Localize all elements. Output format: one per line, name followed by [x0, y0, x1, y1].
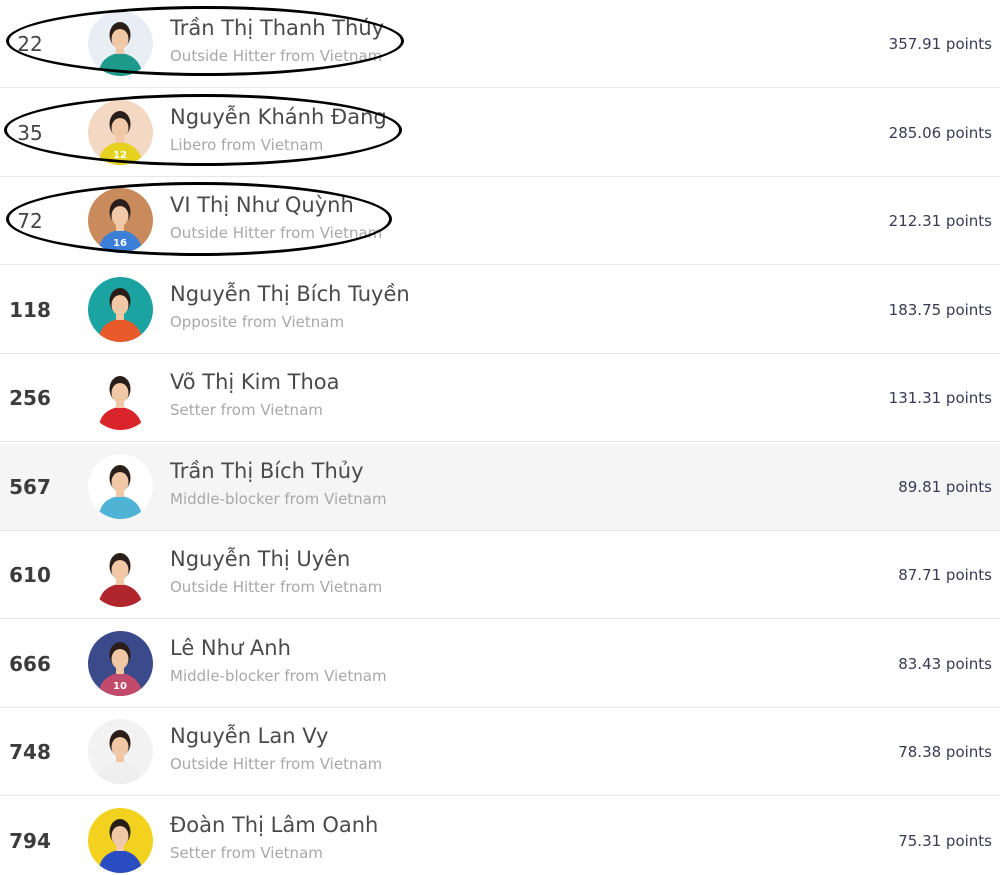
player-row[interactable]: 72 16 VI Thị Như Quỳnh Outside Hitter fro…: [0, 178, 1000, 265]
svg-text:16: 16: [113, 238, 127, 249]
player-position: Outside Hitter from Vietnam: [170, 578, 383, 596]
player-avatar[interactable]: [88, 719, 153, 784]
player-avatar[interactable]: [88, 542, 153, 607]
player-name[interactable]: Lê Như Anh: [170, 636, 291, 660]
player-position: Outside Hitter from Vietnam: [170, 47, 383, 65]
player-ranking-list: 22 Trần Thị Thanh Thúy Outside Hitter fro…: [0, 0, 1000, 875]
player-avatar[interactable]: [88, 277, 153, 342]
player-avatar[interactable]: [88, 365, 153, 430]
player-position: Setter from Vietnam: [170, 401, 323, 419]
player-avatar[interactable]: [88, 11, 153, 76]
player-points: 131.31 points: [888, 389, 992, 407]
player-position: Outside Hitter from Vietnam: [170, 224, 383, 242]
svg-text:12: 12: [113, 150, 127, 161]
rank-number: 72: [17, 209, 43, 233]
player-row[interactable]: 118 Nguyễn Thị Bích Tuyền Opposite from V…: [0, 267, 1000, 354]
player-row[interactable]: 748 Nguyễn Lan Vy Outside Hitter from Vie…: [0, 709, 1000, 796]
rank-number: 748: [9, 740, 51, 764]
rank-number: 567: [9, 475, 51, 499]
player-name[interactable]: Võ Thị Kim Thoa: [170, 370, 340, 394]
player-points: 285.06 points: [888, 124, 992, 142]
player-position: Middle-blocker from Vietnam: [170, 667, 387, 685]
player-row[interactable]: 794 Đoàn Thị Lâm Oanh Setter from Vietnam…: [0, 798, 1000, 875]
player-row[interactable]: 256 Võ Thị Kim Thoa Setter from Vietnam 13…: [0, 355, 1000, 442]
rank-number: 610: [9, 563, 51, 587]
player-points: 357.91 points: [888, 35, 992, 53]
player-name[interactable]: Trần Thị Thanh Thúy: [170, 16, 384, 40]
player-name[interactable]: Nguyễn Khánh Đang: [170, 105, 387, 129]
rank-number: 118: [9, 298, 51, 322]
rank-number: 35: [17, 121, 43, 145]
player-points: 212.31 points: [888, 212, 992, 230]
player-position: Libero from Vietnam: [170, 136, 324, 154]
player-row[interactable]: 22 Trần Thị Thanh Thúy Outside Hitter fro…: [0, 1, 1000, 88]
player-position: Outside Hitter from Vietnam: [170, 755, 383, 773]
player-name[interactable]: Trần Thị Bích Thủy: [170, 459, 364, 483]
player-name[interactable]: VI Thị Như Quỳnh: [170, 193, 354, 217]
player-name[interactable]: Nguyễn Thị Bích Tuyền: [170, 282, 410, 306]
rank-number: 256: [9, 386, 51, 410]
player-name[interactable]: Nguyễn Thị Uyên: [170, 547, 350, 571]
player-avatar[interactable]: 16: [88, 188, 153, 253]
player-points: 87.71 points: [898, 566, 992, 584]
svg-text:10: 10: [113, 681, 127, 692]
player-avatar[interactable]: 10: [88, 631, 153, 696]
player-row[interactable]: 35 12 Nguyễn Khánh Đang Libero from Vietn…: [0, 90, 1000, 177]
player-points: 78.38 points: [898, 743, 992, 761]
player-row[interactable]: 567 Trần Thị Bích Thủy Middle-blocker fro…: [0, 444, 1000, 531]
player-points: 183.75 points: [888, 301, 992, 319]
rank-number: 666: [9, 652, 51, 676]
player-position: Setter from Vietnam: [170, 844, 323, 862]
player-avatar[interactable]: [88, 454, 153, 519]
rank-number: 22: [17, 32, 43, 56]
player-position: Middle-blocker from Vietnam: [170, 490, 387, 508]
player-name[interactable]: Đoàn Thị Lâm Oanh: [170, 813, 378, 837]
player-row[interactable]: 666 10 Lê Như Anh Middle-blocker from Vie…: [0, 621, 1000, 708]
player-points: 83.43 points: [898, 655, 992, 673]
player-points: 89.81 points: [898, 478, 992, 496]
player-name[interactable]: Nguyễn Lan Vy: [170, 724, 328, 748]
player-position: Opposite from Vietnam: [170, 313, 345, 331]
rank-number: 794: [9, 829, 51, 853]
player-avatar[interactable]: 12: [88, 100, 153, 165]
player-points: 75.31 points: [898, 832, 992, 850]
player-row[interactable]: 610 Nguyễn Thị Uyên Outside Hitter from V…: [0, 532, 1000, 619]
player-avatar[interactable]: [88, 808, 153, 873]
